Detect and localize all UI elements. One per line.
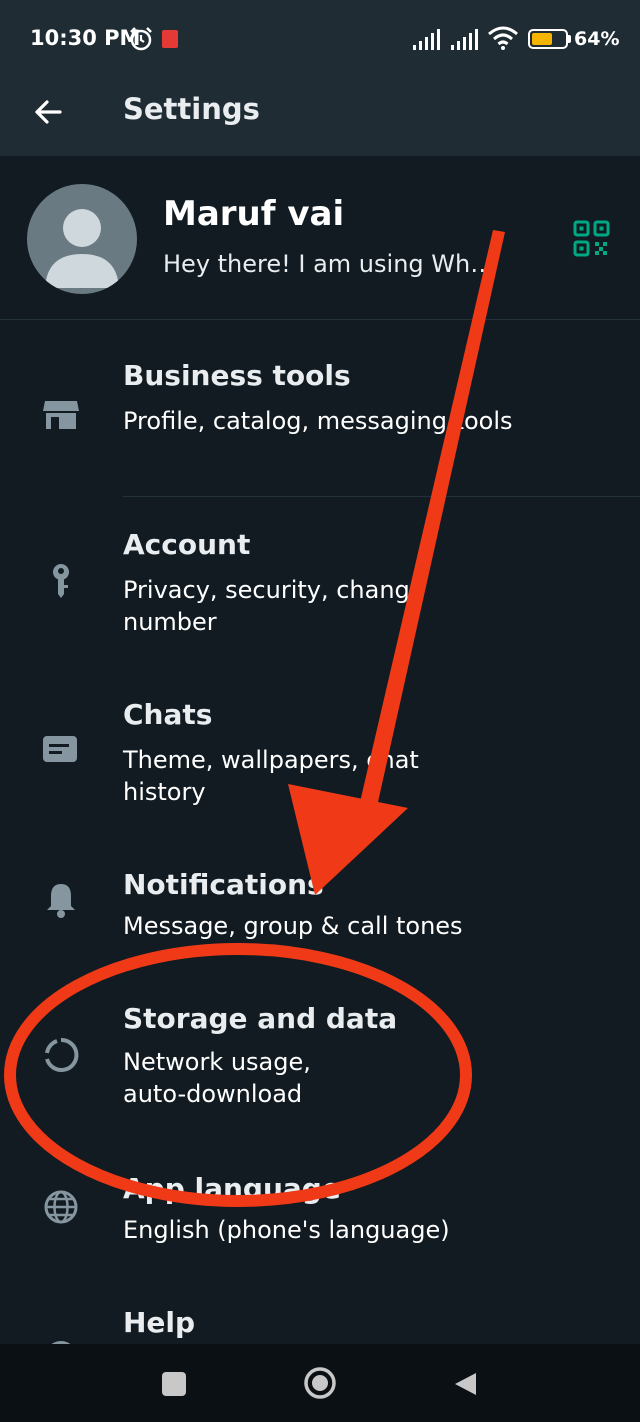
settings-item-chats[interactable]: Chats Theme, wallpapers, chat history <box>0 668 640 838</box>
item-title: Account <box>123 528 251 561</box>
battery-icon <box>528 29 568 49</box>
item-subtitle: English (phone's language) <box>123 1216 450 1244</box>
item-subtitle: Network usage, auto-download <box>123 1048 311 1108</box>
battery-percent: 64% <box>574 28 620 50</box>
chat-icon <box>43 736 77 762</box>
storage-icon <box>45 1037 79 1072</box>
item-subtitle: Theme, wallpapers, chat history <box>123 746 419 806</box>
settings-item-account[interactable]: Account Privacy, security, change number <box>0 498 640 668</box>
help-icon <box>51 1341 71 1344</box>
default-avatar-icon <box>45 209 119 288</box>
bell-icon <box>47 884 75 918</box>
signal-icon <box>413 29 440 50</box>
avatar[interactable] <box>27 184 137 294</box>
settings-item-business-tools[interactable]: Business tools Profile, catalog, messagi… <box>0 321 640 497</box>
store-icon <box>43 401 79 429</box>
alarm-icon <box>130 27 152 51</box>
item-title: Business tools <box>123 359 351 392</box>
signal-icon <box>451 29 478 50</box>
settings-item-app-language[interactable]: App language English (phone's language) <box>0 1138 640 1288</box>
recents-button[interactable] <box>162 1372 186 1396</box>
settings-item-notifications[interactable]: Notifications Message, group & call tone… <box>0 838 640 978</box>
battery-tip <box>568 35 571 43</box>
back-triangle-icon[interactable] <box>452 1370 480 1398</box>
profile-status: Hey there! I am using WhatsApp. <box>163 250 508 278</box>
item-subtitle: Profile, catalog, messaging tools <box>123 407 513 435</box>
key-icon <box>53 564 69 598</box>
item-title: Help <box>123 1306 196 1339</box>
item-title: Storage and data <box>123 1002 398 1035</box>
app-notification-icon <box>162 30 178 48</box>
status-time: 10:30 PM <box>30 26 141 50</box>
back-arrow-icon[interactable] <box>30 94 66 130</box>
page-title: Settings <box>123 92 260 126</box>
item-subtitle: Message, group & call tones <box>123 912 463 940</box>
home-button[interactable] <box>303 1366 337 1400</box>
item-title: Notifications <box>123 868 324 901</box>
profile-name: Maruf vai <box>163 194 345 234</box>
divider <box>123 496 640 497</box>
item-subtitle: Privacy, security, change number <box>123 576 425 636</box>
globe-icon <box>44 1190 78 1224</box>
status-bar: 10:30 PM 64% <box>0 0 640 80</box>
settings-item-help[interactable]: Help <box>0 1290 640 1344</box>
item-title: Chats <box>123 698 213 731</box>
settings-item-storage-and-data[interactable]: Storage and data Network usage, auto-dow… <box>0 978 640 1138</box>
system-navigation-bar <box>0 1344 640 1422</box>
item-title: App language <box>123 1172 341 1205</box>
profile-row[interactable]: Maruf vai Hey there! I am using WhatsApp… <box>0 156 640 320</box>
qr-code-icon[interactable] <box>573 220 610 257</box>
battery-fill <box>532 33 553 45</box>
app-bar: Settings <box>0 80 640 156</box>
wifi-icon <box>488 26 518 50</box>
